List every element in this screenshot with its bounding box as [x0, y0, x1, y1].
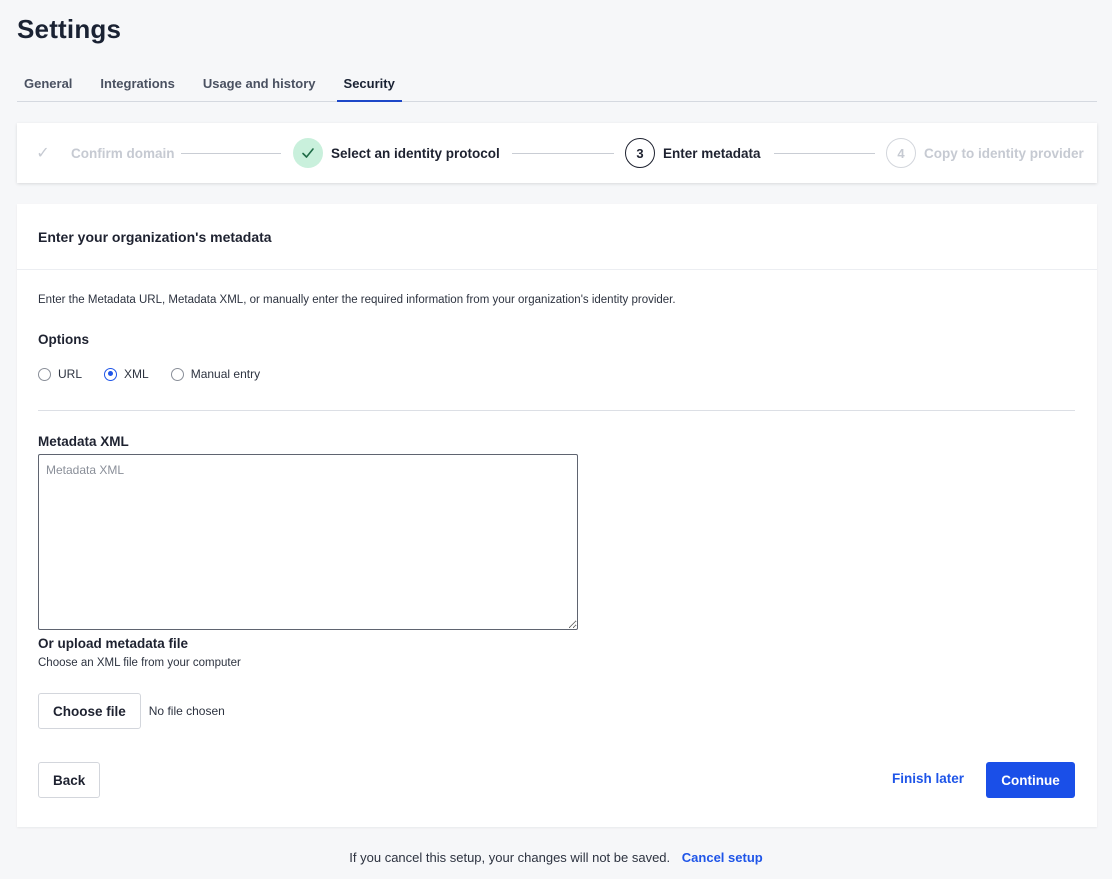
radio-manual-entry[interactable]: [170, 367, 184, 381]
page-title: Settings: [17, 14, 122, 44]
continue-button[interactable]: Continue: [986, 762, 1075, 798]
setup-stepper: ✓ Confirm domain Select an identity prot…: [17, 123, 1097, 183]
step-label: Select an identity protocol: [331, 145, 500, 161]
choose-file-button[interactable]: Choose file: [38, 693, 141, 729]
cancel-notice: If you cancel this setup, your changes w…: [0, 850, 1112, 865]
check-icon: ✓: [36, 145, 50, 162]
option-label: XML: [124, 367, 149, 381]
tab-usage-and-history[interactable]: Usage and history: [196, 68, 323, 102]
option-manual-entry[interactable]: Manual entry: [170, 367, 261, 381]
back-button[interactable]: Back: [38, 762, 101, 798]
options-radio-group: URL XML Manual entry: [38, 367, 282, 381]
cancel-setup-link[interactable]: Cancel setup: [682, 850, 763, 865]
step-connector: [512, 153, 614, 154]
option-xml[interactable]: XML: [104, 367, 149, 381]
metadata-card: Enter your organization's metadata Enter…: [17, 204, 1097, 827]
metadata-xml-title: Metadata XML: [38, 434, 129, 449]
step-number: 4: [886, 138, 916, 168]
step-copy-to-identity-provider: 4 Copy to identity provider: [886, 123, 1084, 183]
step-number: 3: [625, 138, 655, 168]
option-label: URL: [58, 367, 83, 381]
metadata-description: Enter the Metadata URL, Metadata XML, or…: [38, 294, 676, 306]
settings-tabs: General Integrations Usage and history S…: [17, 68, 1097, 102]
file-status: No file chosen: [148, 704, 225, 718]
file-input: Choose file No file chosen: [38, 693, 225, 729]
card-title: Enter your organization's metadata: [17, 204, 1097, 270]
step-connector: [774, 153, 875, 154]
tab-general[interactable]: General: [17, 68, 79, 102]
radio-url[interactable]: [38, 367, 51, 381]
step-select-identity-protocol: Select an identity protocol: [293, 123, 500, 183]
option-url[interactable]: URL: [38, 367, 82, 381]
divider: [38, 410, 1075, 411]
finish-later-link[interactable]: Finish later: [892, 771, 964, 786]
step-connector: [181, 153, 281, 154]
upload-title: Or upload metadata file: [38, 636, 189, 651]
step-label: Confirm domain: [71, 145, 175, 161]
step-label: Copy to identity provider: [924, 145, 1084, 161]
step-label: Enter metadata: [663, 145, 761, 161]
upload-description: Choose an XML file from your computer: [38, 657, 241, 669]
tab-security[interactable]: Security: [336, 68, 402, 102]
options-title: Options: [38, 332, 89, 347]
metadata-xml-textarea[interactable]: [38, 454, 578, 630]
cancel-notice-text: If you cancel this setup, your changes w…: [349, 850, 671, 865]
tab-integrations[interactable]: Integrations: [93, 68, 181, 102]
radio-xml[interactable]: [104, 367, 118, 381]
option-label: Manual entry: [190, 367, 261, 381]
step-confirm-domain: ✓ Confirm domain: [33, 123, 175, 183]
check-icon: [293, 138, 323, 168]
step-enter-metadata: 3 Enter metadata: [625, 123, 761, 183]
